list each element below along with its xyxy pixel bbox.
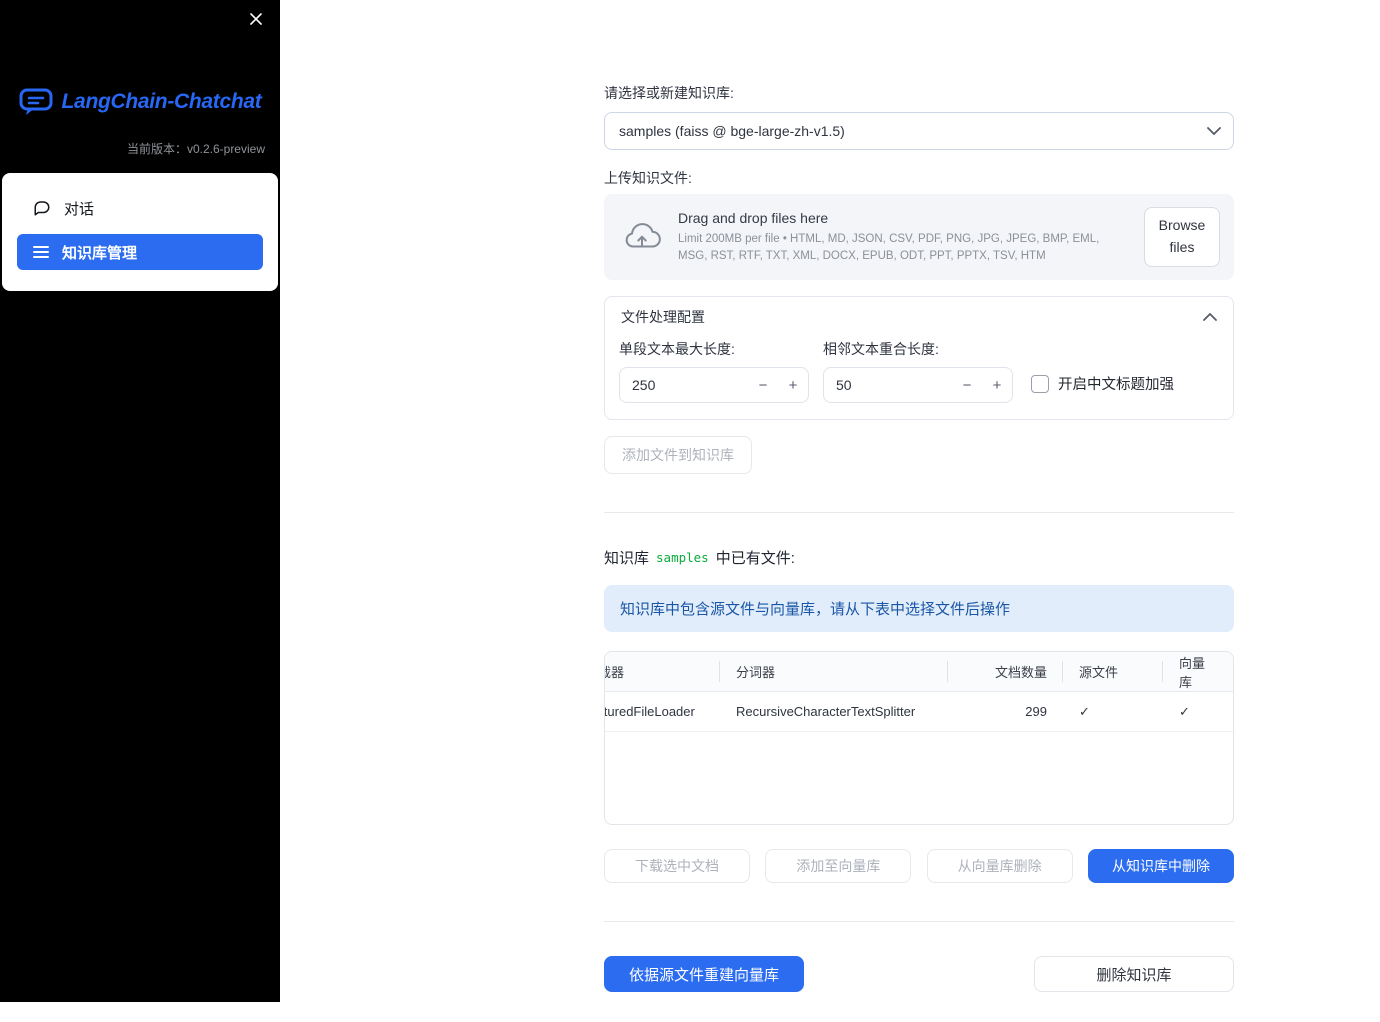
expander-header[interactable]: 文件处理配置 (605, 297, 1233, 337)
kb-select-label: 请选择或新建知识库: (604, 85, 734, 101)
delete-kb-button[interactable]: 删除知识库 (1034, 956, 1234, 992)
main-content: 请选择或新建知识库: samples (faiss @ bge-large-zh… (604, 0, 1234, 1022)
kb-selectbox[interactable]: samples (faiss @ bge-large-zh-v1.5) (604, 112, 1234, 150)
table-row[interactable]: UnstructuredFileLoader RecursiveCharacte… (605, 692, 1233, 732)
table-header-row: 文档加载器 分词器 文档数量 源文件 向量库 (605, 652, 1233, 692)
rebuild-vector-store-button[interactable]: 依据源文件重建向量库 (604, 956, 804, 992)
footer-actions: 依据源文件重建向量库 删除知识库 (604, 956, 1234, 1022)
chunk-size-group: 单段文本最大长度: 250 − + (619, 339, 809, 403)
files-table: 文档加载器 分词器 文档数量 源文件 向量库 UnstructuredFileL… (604, 651, 1234, 825)
info-banner: 知识库中包含源文件与向量库，请从下表中选择文件后操作 (604, 585, 1234, 632)
logo-text: LangChain-Chatchat (61, 90, 262, 113)
expander-body: 单段文本最大长度: 250 − + 相邻文本重合长度: 50 − + 开启中文标… (605, 337, 1233, 419)
close-icon (250, 13, 262, 25)
overlap-size-value: 50 (836, 377, 852, 393)
column-header-splitter[interactable]: 分词器 (720, 652, 948, 691)
heading-prefix: 知识库 (604, 550, 650, 567)
column-header-source-file[interactable]: 源文件 (1063, 652, 1163, 691)
cell-doc-count: 299 (1025, 704, 1047, 719)
sidebar-item-knowledge-base[interactable]: 知识库管理 (17, 234, 263, 270)
chunk-size-input[interactable]: 250 − + (619, 367, 809, 403)
divider-top (604, 512, 1234, 513)
cell-loader: UnstructuredFileLoader (605, 704, 695, 719)
zh-title-enhance-checkbox[interactable]: 开启中文标题加强 (1031, 373, 1174, 394)
overlap-size-label: 相邻文本重合长度: (823, 341, 939, 357)
existing-files-heading: 知识库 samples 中已有文件: (604, 547, 1234, 568)
chunk-size-label: 单段文本最大长度: (619, 341, 735, 357)
zh-title-enhance-label: 开启中文标题加强 (1058, 377, 1174, 393)
chevron-up-icon (1203, 312, 1217, 321)
table-action-buttons: 下载选中文档 添加至向量库 从向量库删除 从知识库中删除 (604, 849, 1234, 883)
kb-name-code: samples (656, 550, 709, 565)
chunk-decrement-button[interactable]: − (748, 368, 778, 402)
sidebar-close-button[interactable] (245, 8, 267, 30)
expander-title: 文件处理配置 (621, 309, 705, 325)
list-bars-icon (33, 245, 49, 259)
chat-bubble-icon (33, 199, 51, 217)
sidebar: LangChain-Chatchat 当前版本：v0.2.6-preview 对… (0, 0, 280, 1002)
delete-from-vector-store-button: 从向量库删除 (926, 849, 1073, 883)
nav-item-label: 知识库管理 (62, 244, 138, 262)
add-to-vector-store-button: 添加至向量库 (765, 849, 912, 883)
overlap-decrement-button[interactable]: − (952, 368, 982, 402)
cell-vector-check: ✓ (1179, 703, 1190, 719)
version-label: 当前版本：v0.2.6-preview (126, 142, 265, 156)
nav-item-label: 对话 (64, 200, 95, 218)
cell-source-check: ✓ (1079, 703, 1090, 719)
dropzone-texts: Drag and drop files here Limit 200MB per… (678, 210, 1128, 264)
upload-label: 上传知识文件: (604, 170, 692, 186)
sidebar-nav: 对话 知识库管理 (2, 173, 278, 291)
chunk-increment-button[interactable]: + (778, 368, 808, 402)
delete-from-kb-button[interactable]: 从知识库中删除 (1087, 849, 1234, 883)
file-config-expander: 文件处理配置 单段文本最大长度: 250 − + 相邻文本重合长度: 50 − … (604, 296, 1234, 420)
cell-splitter: RecursiveCharacterTextSplitter (736, 704, 916, 719)
add-files-to-kb-button: 添加文件到知识库 (604, 436, 752, 474)
divider-bottom (604, 921, 1234, 922)
info-banner-text: 知识库中包含源文件与向量库，请从下表中选择文件后操作 (620, 601, 1011, 618)
column-header-loader[interactable]: 文档加载器 (605, 652, 720, 691)
overlap-size-input[interactable]: 50 − + (823, 367, 1013, 403)
chunk-size-value: 250 (632, 377, 656, 393)
column-header-vector-store[interactable]: 向量库 (1163, 652, 1233, 691)
file-dropzone[interactable]: Drag and drop files here Limit 200MB per… (604, 194, 1234, 280)
sidebar-item-dialogue[interactable]: 对话 (17, 190, 263, 226)
chat-logo-icon (19, 88, 53, 116)
overlap-increment-button[interactable]: + (982, 368, 1012, 402)
chevron-down-icon (1207, 127, 1221, 136)
checkbox-unchecked-icon[interactable] (1031, 374, 1049, 393)
browse-files-button[interactable]: Browse files (1144, 207, 1220, 267)
dropzone-limits: Limit 200MB per file • HTML, MD, JSON, C… (678, 232, 1100, 262)
cloud-upload-icon (622, 221, 662, 253)
kb-selected-value: samples (faiss @ bge-large-zh-v1.5) (619, 123, 845, 139)
column-header-doc-count[interactable]: 文档数量 (948, 652, 1063, 691)
overlap-size-group: 相邻文本重合长度: 50 − + (823, 339, 1013, 403)
app-logo: LangChain-Chatchat (0, 88, 280, 116)
heading-suffix: 中已有文件: (715, 550, 795, 567)
download-selected-button: 下载选中文档 (604, 849, 750, 883)
dropzone-title: Drag and drop files here (678, 209, 829, 226)
